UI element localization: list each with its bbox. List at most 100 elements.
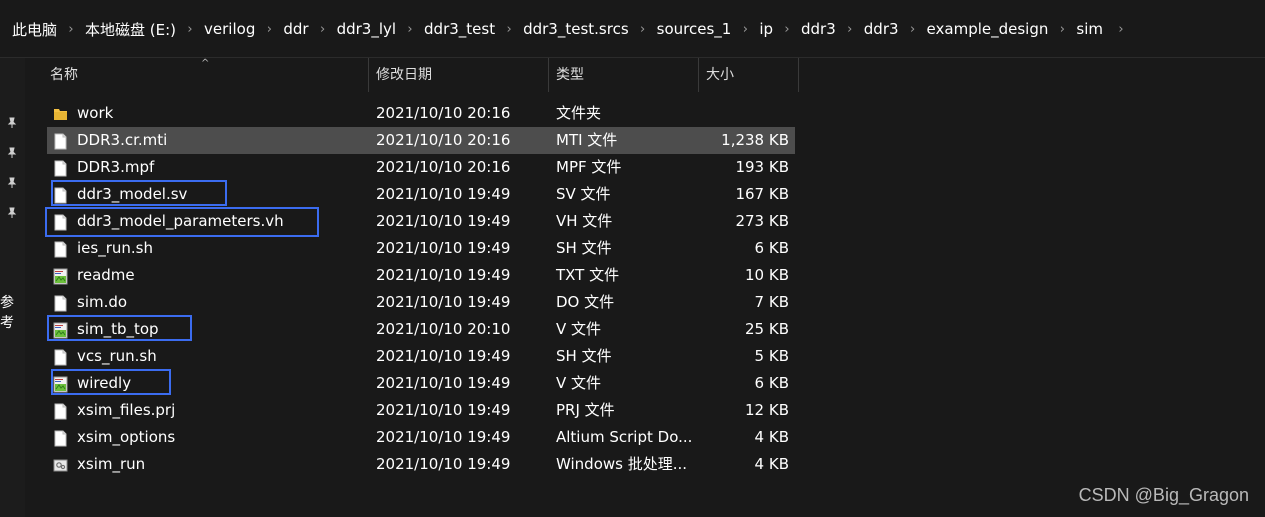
- file-row[interactable]: DDR3.cr.mti 2021/10/10 20:16 MTI 文件 1,238 K…: [47, 127, 795, 154]
- file-name: sim.do: [77, 293, 128, 311]
- file-icon: [53, 186, 68, 204]
- breadcrumb-item[interactable]: sim: [1074, 16, 1105, 42]
- file-date: 2021/10/10 19:49: [376, 185, 511, 203]
- file-row[interactable]: readme 2021/10/10 19:49 TXT 文件 10 KB: [47, 262, 795, 289]
- file-type: TXT 文件: [556, 266, 620, 284]
- file-name: readme: [77, 266, 135, 284]
- file-date: 2021/10/10 19:49: [376, 374, 511, 392]
- file-row[interactable]: work 2021/10/10 20:16 文件夹: [47, 100, 795, 127]
- quick-access-label[interactable]: 参考: [0, 292, 25, 332]
- file-date: 2021/10/10 19:49: [376, 266, 511, 284]
- file-icon: [53, 213, 68, 231]
- text-editor-icon: [53, 267, 68, 285]
- column-divider[interactable]: [698, 58, 699, 92]
- pin-icon[interactable]: [5, 206, 19, 220]
- file-type: 文件夹: [556, 104, 602, 122]
- file-date: 2021/10/10 20:16: [376, 158, 511, 176]
- file-row[interactable]: xsim_options 2021/10/10 19:49 Altium Scrip…: [47, 424, 795, 451]
- file-size: 6 KB: [754, 239, 789, 257]
- file-type: SV 文件: [556, 185, 611, 203]
- file-type: Altium Script Do...: [556, 428, 693, 446]
- file-list-view: ^ 名称 修改日期 类型 大小 work 2021/10/10 20:16 文件夹 D…: [25, 58, 1265, 517]
- file-size: 7 KB: [754, 293, 789, 311]
- file-row[interactable]: xsim_run 2021/10/10 19:49 Windows 批处理... 4 …: [47, 451, 795, 478]
- breadcrumb-item[interactable]: 本地磁盘 (E:): [83, 15, 178, 44]
- folder-icon: [53, 105, 68, 122]
- breadcrumb-item[interactable]: 此电脑: [10, 15, 59, 44]
- file-name: xsim_files.prj: [77, 401, 176, 419]
- file-icon: [53, 132, 68, 150]
- file-size: 1,238 KB: [721, 131, 789, 149]
- file-name: xsim_options: [77, 428, 176, 446]
- file-row[interactable]: ddr3_model_parameters.vh 2021/10/10 19:49…: [47, 208, 795, 235]
- file-row[interactable]: DDR3.mpf 2021/10/10 20:16 MPF 文件 193 KB: [47, 154, 795, 181]
- file-row[interactable]: vcs_run.sh 2021/10/10 19:49 SH 文件 5 KB: [47, 343, 795, 370]
- address-bar[interactable]: 此电脑 › 本地磁盘 (E:) › verilog › ddr › ddr3_lyl › ddr3_…: [0, 0, 1265, 58]
- text-editor-icon: [53, 375, 68, 393]
- column-header-size[interactable]: 大小: [706, 58, 734, 92]
- breadcrumb-item[interactable]: ddr3_test.srcs: [521, 16, 631, 42]
- batch-file-icon: [53, 456, 68, 473]
- file-size: 167 KB: [735, 185, 789, 203]
- file-type: PRJ 文件: [556, 401, 615, 419]
- breadcrumb-item[interactable]: ddr: [281, 16, 310, 42]
- chevron-right-icon[interactable]: ›: [497, 22, 521, 37]
- file-name: DDR3.cr.mti: [77, 131, 168, 149]
- chevron-right-icon[interactable]: ›: [311, 22, 335, 37]
- file-name: xsim_run: [77, 455, 146, 473]
- file-row[interactable]: sim_tb_top 2021/10/10 20:10 V 文件 25 KB: [47, 316, 795, 343]
- column-header-name[interactable]: 名称: [50, 58, 78, 92]
- column-header-date[interactable]: 修改日期: [376, 58, 432, 92]
- file-row[interactable]: xsim_files.prj 2021/10/10 19:49 PRJ 文件 12 K…: [47, 397, 795, 424]
- file-row[interactable]: ddr3_model.sv 2021/10/10 19:49 SV 文件 167 KB: [47, 181, 795, 208]
- breadcrumb-item[interactable]: ddr3_test: [422, 16, 497, 42]
- chevron-right-icon[interactable]: ›: [901, 22, 925, 37]
- watermark: CSDN @Big_Gragon: [1078, 485, 1249, 505]
- pin-icon[interactable]: [5, 116, 19, 130]
- file-icon: [53, 240, 68, 258]
- breadcrumb-item[interactable]: verilog: [202, 16, 257, 42]
- file-row[interactable]: sim.do 2021/10/10 19:49 DO 文件 7 KB: [47, 289, 795, 316]
- file-type: VH 文件: [556, 212, 613, 230]
- breadcrumb-item[interactable]: ddr3: [862, 16, 901, 42]
- chevron-right-icon[interactable]: ›: [398, 22, 422, 37]
- breadcrumb-item[interactable]: example_design: [925, 16, 1051, 42]
- file-row[interactable]: ies_run.sh 2021/10/10 19:49 SH 文件 6 KB: [47, 235, 795, 262]
- file-type: MTI 文件: [556, 131, 618, 149]
- file-type: MPF 文件: [556, 158, 622, 176]
- pin-icon[interactable]: [5, 146, 19, 160]
- chevron-right-icon[interactable]: ›: [733, 22, 757, 37]
- file-rows: work 2021/10/10 20:16 文件夹 DDR3.cr.mti 2021/1…: [25, 100, 825, 478]
- chevron-right-icon[interactable]: ›: [838, 22, 862, 37]
- file-icon: [53, 159, 68, 177]
- column-divider[interactable]: [548, 58, 549, 92]
- file-size: 4 KB: [754, 455, 789, 473]
- breadcrumb-item[interactable]: ip: [757, 16, 775, 42]
- chevron-right-icon[interactable]: ›: [178, 22, 202, 37]
- file-icon: [53, 348, 68, 366]
- breadcrumb-item[interactable]: ddr3: [799, 16, 838, 42]
- file-date: 2021/10/10 19:49: [376, 212, 511, 230]
- column-divider[interactable]: [368, 58, 369, 92]
- file-type: SH 文件: [556, 239, 612, 257]
- chevron-right-icon[interactable]: ›: [631, 22, 655, 37]
- column-header-type[interactable]: 类型: [556, 58, 584, 92]
- column-divider[interactable]: [798, 58, 799, 92]
- file-row[interactable]: wiredly 2021/10/10 19:49 V 文件 6 KB: [47, 370, 795, 397]
- file-date: 2021/10/10 19:49: [376, 239, 511, 257]
- file-date: 2021/10/10 19:49: [376, 347, 511, 365]
- chevron-right-icon[interactable]: ›: [1109, 22, 1133, 37]
- file-type: SH 文件: [556, 347, 612, 365]
- file-icon: [53, 402, 68, 420]
- breadcrumb-item[interactable]: ddr3_lyl: [335, 16, 398, 42]
- pin-icon[interactable]: [5, 176, 19, 190]
- chevron-right-icon[interactable]: ›: [59, 22, 83, 37]
- chevron-right-icon[interactable]: ›: [1050, 22, 1074, 37]
- chevron-right-icon[interactable]: ›: [257, 22, 281, 37]
- breadcrumb-item[interactable]: sources_1: [655, 16, 734, 42]
- breadcrumb: 此电脑 › 本地磁盘 (E:) › verilog › ddr › ddr3_lyl › ddr3_…: [0, 0, 1133, 58]
- file-name: ies_run.sh: [77, 239, 153, 257]
- file-size: 10 KB: [745, 266, 789, 284]
- file-name: work: [77, 104, 114, 122]
- chevron-right-icon[interactable]: ›: [775, 22, 799, 37]
